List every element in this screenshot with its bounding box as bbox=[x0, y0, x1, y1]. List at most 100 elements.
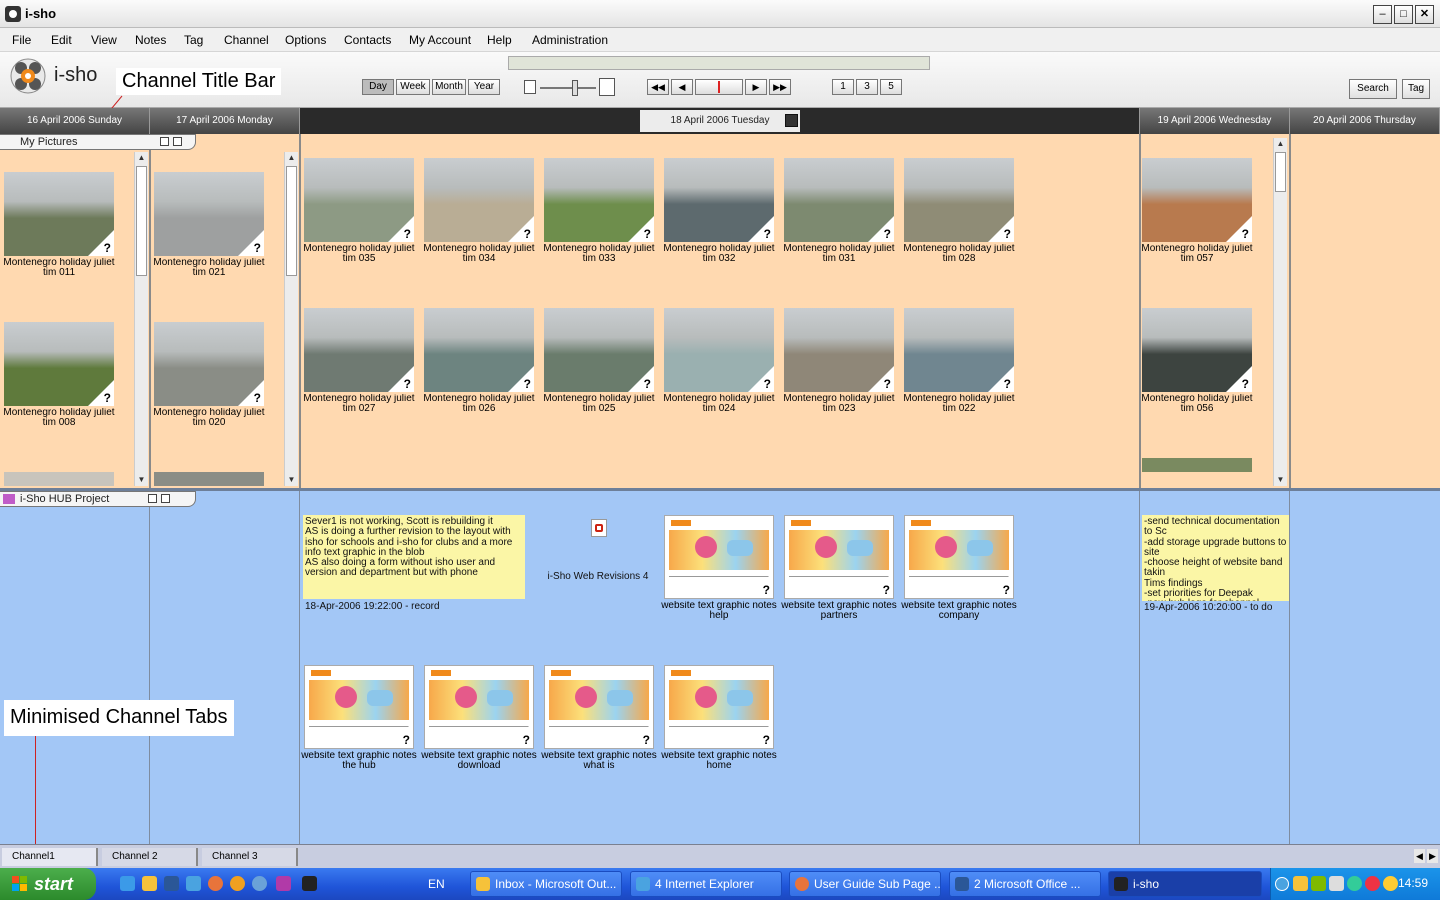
firefox-icon[interactable] bbox=[208, 876, 223, 891]
tab-channel-1[interactable]: Channel1 bbox=[2, 848, 98, 866]
taskbar-internet-explorer[interactable]: 4 Internet Explorer bbox=[630, 871, 782, 897]
taskbar-user-guide[interactable]: User Guide Sub Page ... bbox=[789, 871, 941, 897]
date-20-april[interactable]: 20 April 2006 Thursday bbox=[1290, 108, 1440, 134]
tray-outlook-icon[interactable] bbox=[1293, 876, 1308, 891]
last-button[interactable]: ▶▶ bbox=[769, 79, 791, 95]
menu-edit[interactable]: Edit bbox=[51, 33, 72, 47]
search-button[interactable]: Search bbox=[1349, 79, 1397, 99]
photo-thumbnail[interactable]: ? bbox=[424, 158, 534, 242]
view-day-button[interactable]: Day bbox=[362, 79, 394, 95]
tray-expand-icon[interactable] bbox=[1275, 877, 1289, 891]
photo-thumbnail[interactable]: ? bbox=[1142, 158, 1252, 242]
language-indicator[interactable]: EN bbox=[428, 877, 445, 891]
tray-network-icon[interactable] bbox=[1311, 876, 1326, 891]
onenote-icon[interactable] bbox=[276, 876, 291, 891]
date-19-april[interactable]: 19 April 2006 Wednesday bbox=[1140, 108, 1290, 134]
menu-channel[interactable]: Channel bbox=[224, 33, 269, 47]
photo-thumbnail[interactable]: ? bbox=[664, 308, 774, 392]
menu-contacts[interactable]: Contacts bbox=[344, 33, 391, 47]
photo-thumbnail[interactable]: ? bbox=[784, 158, 894, 242]
minimize-button[interactable]: – bbox=[1373, 5, 1392, 24]
photo-thumbnail[interactable]: ? bbox=[904, 158, 1014, 242]
photo-thumbnail[interactable]: ? bbox=[4, 322, 114, 406]
photo-thumbnail[interactable]: ? bbox=[784, 308, 894, 392]
menu-view[interactable]: View bbox=[91, 33, 117, 47]
tray-alert-icon[interactable] bbox=[1365, 876, 1380, 891]
tabs-scroll-right-icon[interactable]: ▶ bbox=[1427, 849, 1438, 863]
channel-minimize-icon[interactable] bbox=[148, 494, 157, 503]
ie-icon[interactable] bbox=[186, 876, 201, 891]
website-graphic-thumbnail[interactable]: ? bbox=[664, 515, 774, 599]
scrollbar-column-16[interactable]: ▲ ▼ bbox=[134, 152, 148, 486]
photo-thumbnail[interactable]: ? bbox=[154, 172, 264, 256]
internet-explorer-icon[interactable] bbox=[120, 876, 135, 891]
photo-thumbnail[interactable]: ? bbox=[4, 172, 114, 256]
close-button[interactable]: ✕ bbox=[1415, 5, 1434, 24]
view-month-button[interactable]: Month bbox=[432, 79, 466, 95]
messenger-icon[interactable] bbox=[252, 876, 267, 891]
layout-5-button[interactable]: 5 bbox=[880, 79, 902, 95]
date-17-april[interactable]: 17 April 2006 Monday bbox=[150, 108, 300, 134]
scrollbar-column-19[interactable]: ▲ ▼ bbox=[1273, 138, 1287, 486]
website-graphic-thumbnail[interactable]: ? bbox=[784, 515, 894, 599]
note-record[interactable]: Sever1 is not working, Scott is rebuildi… bbox=[303, 515, 525, 599]
note-todo[interactable]: -send technical documentation to Sc -add… bbox=[1142, 515, 1289, 601]
channel-title-tab[interactable]: i-Sho HUB Project bbox=[0, 491, 196, 507]
photo-thumbnail-partial[interactable] bbox=[1142, 458, 1252, 472]
menu-notes[interactable]: Notes bbox=[135, 33, 166, 47]
website-graphic-thumbnail[interactable]: ? bbox=[664, 665, 774, 749]
start-button[interactable]: start bbox=[0, 868, 96, 900]
taskbar-isho[interactable]: i-sho bbox=[1108, 871, 1262, 897]
taskbar-microsoft-office[interactable]: 2 Microsoft Office ... bbox=[949, 871, 1101, 897]
previous-button[interactable]: ◀ bbox=[671, 79, 693, 95]
menu-file[interactable]: File bbox=[12, 33, 31, 47]
photo-thumbnail[interactable]: ? bbox=[424, 308, 534, 392]
today-marker-button[interactable] bbox=[695, 79, 743, 95]
tabs-scroll-left-icon[interactable]: ◀ bbox=[1414, 849, 1425, 863]
date-16-april[interactable]: 16 April 2006 Sunday bbox=[0, 108, 150, 134]
menu-help[interactable]: Help bbox=[487, 33, 512, 47]
photo-thumbnail[interactable]: ? bbox=[1142, 308, 1252, 392]
tag-button[interactable]: Tag bbox=[1402, 79, 1430, 99]
photo-thumbnail-partial[interactable] bbox=[154, 472, 264, 486]
taskbar-outlook[interactable]: Inbox - Microsoft Out... bbox=[470, 871, 622, 897]
photo-thumbnail[interactable]: ? bbox=[154, 322, 264, 406]
menu-options[interactable]: Options bbox=[285, 33, 326, 47]
first-button[interactable]: ◀◀ bbox=[647, 79, 669, 95]
word-icon[interactable] bbox=[164, 876, 179, 891]
photo-thumbnail[interactable]: ? bbox=[904, 308, 1014, 392]
tab-channel-3[interactable]: Channel 3 bbox=[202, 848, 298, 866]
photo-thumbnail[interactable]: ? bbox=[544, 158, 654, 242]
photo-thumbnail[interactable]: ? bbox=[304, 308, 414, 392]
zoom-out-person-icon[interactable] bbox=[524, 80, 536, 94]
photo-thumbnail[interactable]: ? bbox=[664, 158, 774, 242]
view-week-button[interactable]: Week bbox=[396, 79, 430, 95]
layout-3-button[interactable]: 3 bbox=[856, 79, 878, 95]
photo-thumbnail-partial[interactable] bbox=[4, 472, 114, 486]
outlook-icon[interactable] bbox=[142, 876, 157, 891]
media-icon[interactable] bbox=[230, 876, 245, 891]
menu-my-account[interactable]: My Account bbox=[409, 33, 471, 47]
channel-maximize-icon[interactable] bbox=[173, 137, 182, 146]
date-18-april[interactable]: 18 April 2006 Tuesday bbox=[640, 110, 800, 132]
tab-channel-2[interactable]: Channel 2 bbox=[102, 848, 198, 866]
maximize-button[interactable]: □ bbox=[1394, 5, 1413, 24]
isho-quicklaunch-icon[interactable] bbox=[302, 876, 317, 891]
website-graphic-thumbnail[interactable]: ? bbox=[904, 515, 1014, 599]
zoom-slider-thumb[interactable] bbox=[572, 80, 578, 96]
photo-thumbnail[interactable]: ? bbox=[544, 308, 654, 392]
tray-security-icon[interactable] bbox=[1347, 876, 1362, 891]
layout-1-button[interactable]: 1 bbox=[832, 79, 854, 95]
scrollbar-column-17[interactable]: ▲ ▼ bbox=[284, 152, 298, 486]
channel-minimize-icon[interactable] bbox=[160, 137, 169, 146]
channel-title-tab[interactable]: My Pictures bbox=[0, 134, 196, 150]
menu-administration[interactable]: Administration bbox=[532, 33, 608, 47]
view-year-button[interactable]: Year bbox=[468, 79, 500, 95]
next-button[interactable]: ▶ bbox=[745, 79, 767, 95]
menu-tag[interactable]: Tag bbox=[184, 33, 203, 47]
pdf-document-icon[interactable] bbox=[591, 519, 607, 537]
website-graphic-thumbnail[interactable]: ? bbox=[304, 665, 414, 749]
calendar-icon[interactable] bbox=[785, 114, 798, 127]
tray-volume-icon[interactable] bbox=[1383, 876, 1398, 891]
website-graphic-thumbnail[interactable]: ? bbox=[544, 665, 654, 749]
